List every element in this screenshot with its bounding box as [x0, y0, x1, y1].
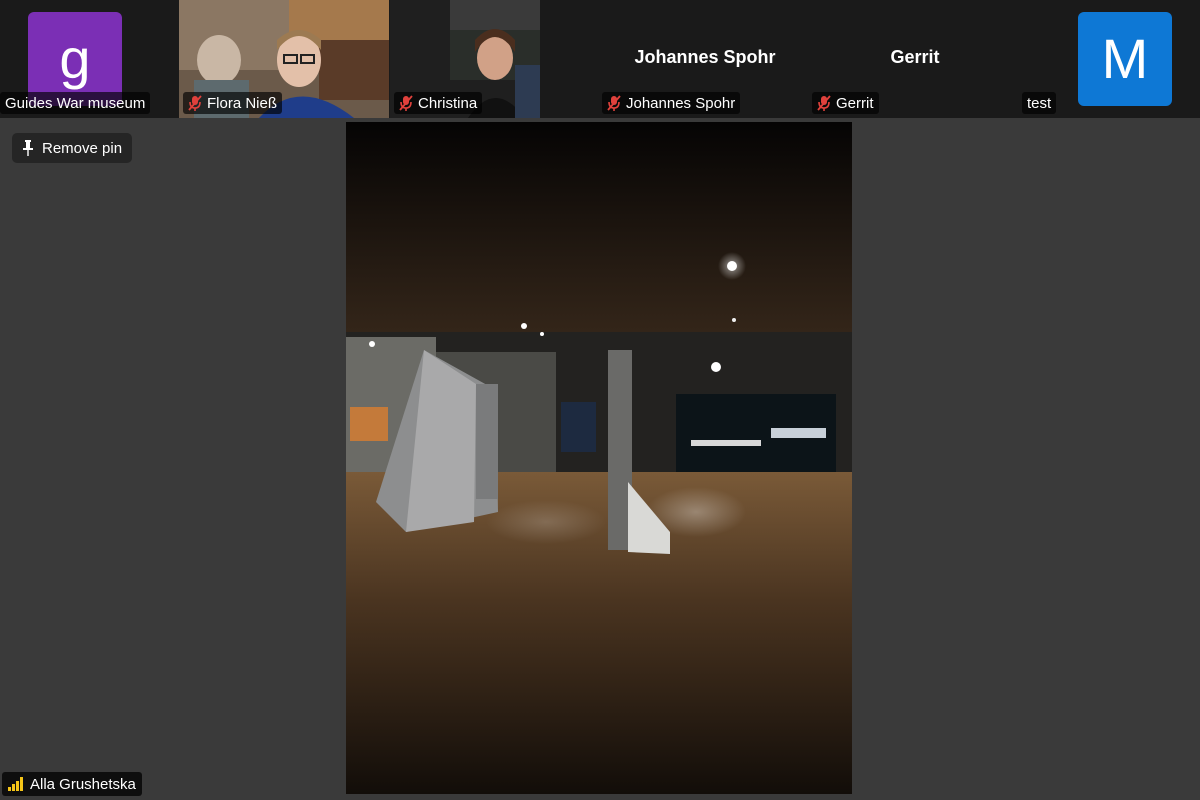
participant-name-label: Christina [394, 92, 483, 114]
museum-scene-video [346, 122, 852, 794]
participant-tile[interactable]: Johannes Spohr Johannes Spohr [600, 0, 810, 118]
participant-strip: g Guides War museum Flora Nieß Christina… [0, 0, 1200, 118]
participant-tile[interactable]: g Guides War museum [0, 0, 178, 118]
participant-name-label: Guides War museum [0, 92, 151, 114]
participant-display-name: Gerrit [890, 47, 940, 67]
main-video-feed [346, 122, 852, 794]
participant-tile[interactable]: Gerrit Gerrit [810, 0, 1020, 118]
participant-name: test [1027, 94, 1052, 112]
participant-name: Guides War museum [5, 94, 146, 112]
participant-name: Flora Nieß [207, 94, 278, 112]
participant-name-label: Johannes Spohr [602, 92, 741, 114]
signal-strength-icon [8, 777, 23, 791]
participant-display-name: Johannes Spohr [634, 47, 776, 67]
mic-muted-icon [399, 95, 413, 111]
remove-pin-label: Remove pin [42, 139, 123, 157]
mic-muted-icon [188, 95, 202, 111]
pin-icon [23, 140, 33, 156]
participant-tile[interactable]: M test [1020, 0, 1200, 118]
participant-name-label: test [1022, 92, 1057, 114]
participant-tile-video[interactable]: Christina [390, 0, 540, 118]
participant-name: Christina [418, 94, 478, 112]
participant-name-label: Gerrit [812, 92, 879, 114]
participant-tile-video[interactable]: Flora Nieß [179, 0, 389, 118]
active-speaker-name: Alla Grushetska [30, 775, 136, 793]
remove-pin-button[interactable]: Remove pin [12, 133, 133, 163]
mic-muted-icon [817, 95, 831, 111]
active-speaker-label: Alla Grushetska [2, 772, 142, 796]
avatar: M [1078, 12, 1172, 106]
participant-name: Gerrit [836, 94, 874, 112]
participant-name-label: Flora Nieß [183, 92, 283, 114]
participant-name: Johannes Spohr [626, 94, 736, 112]
mic-muted-icon [607, 95, 621, 111]
